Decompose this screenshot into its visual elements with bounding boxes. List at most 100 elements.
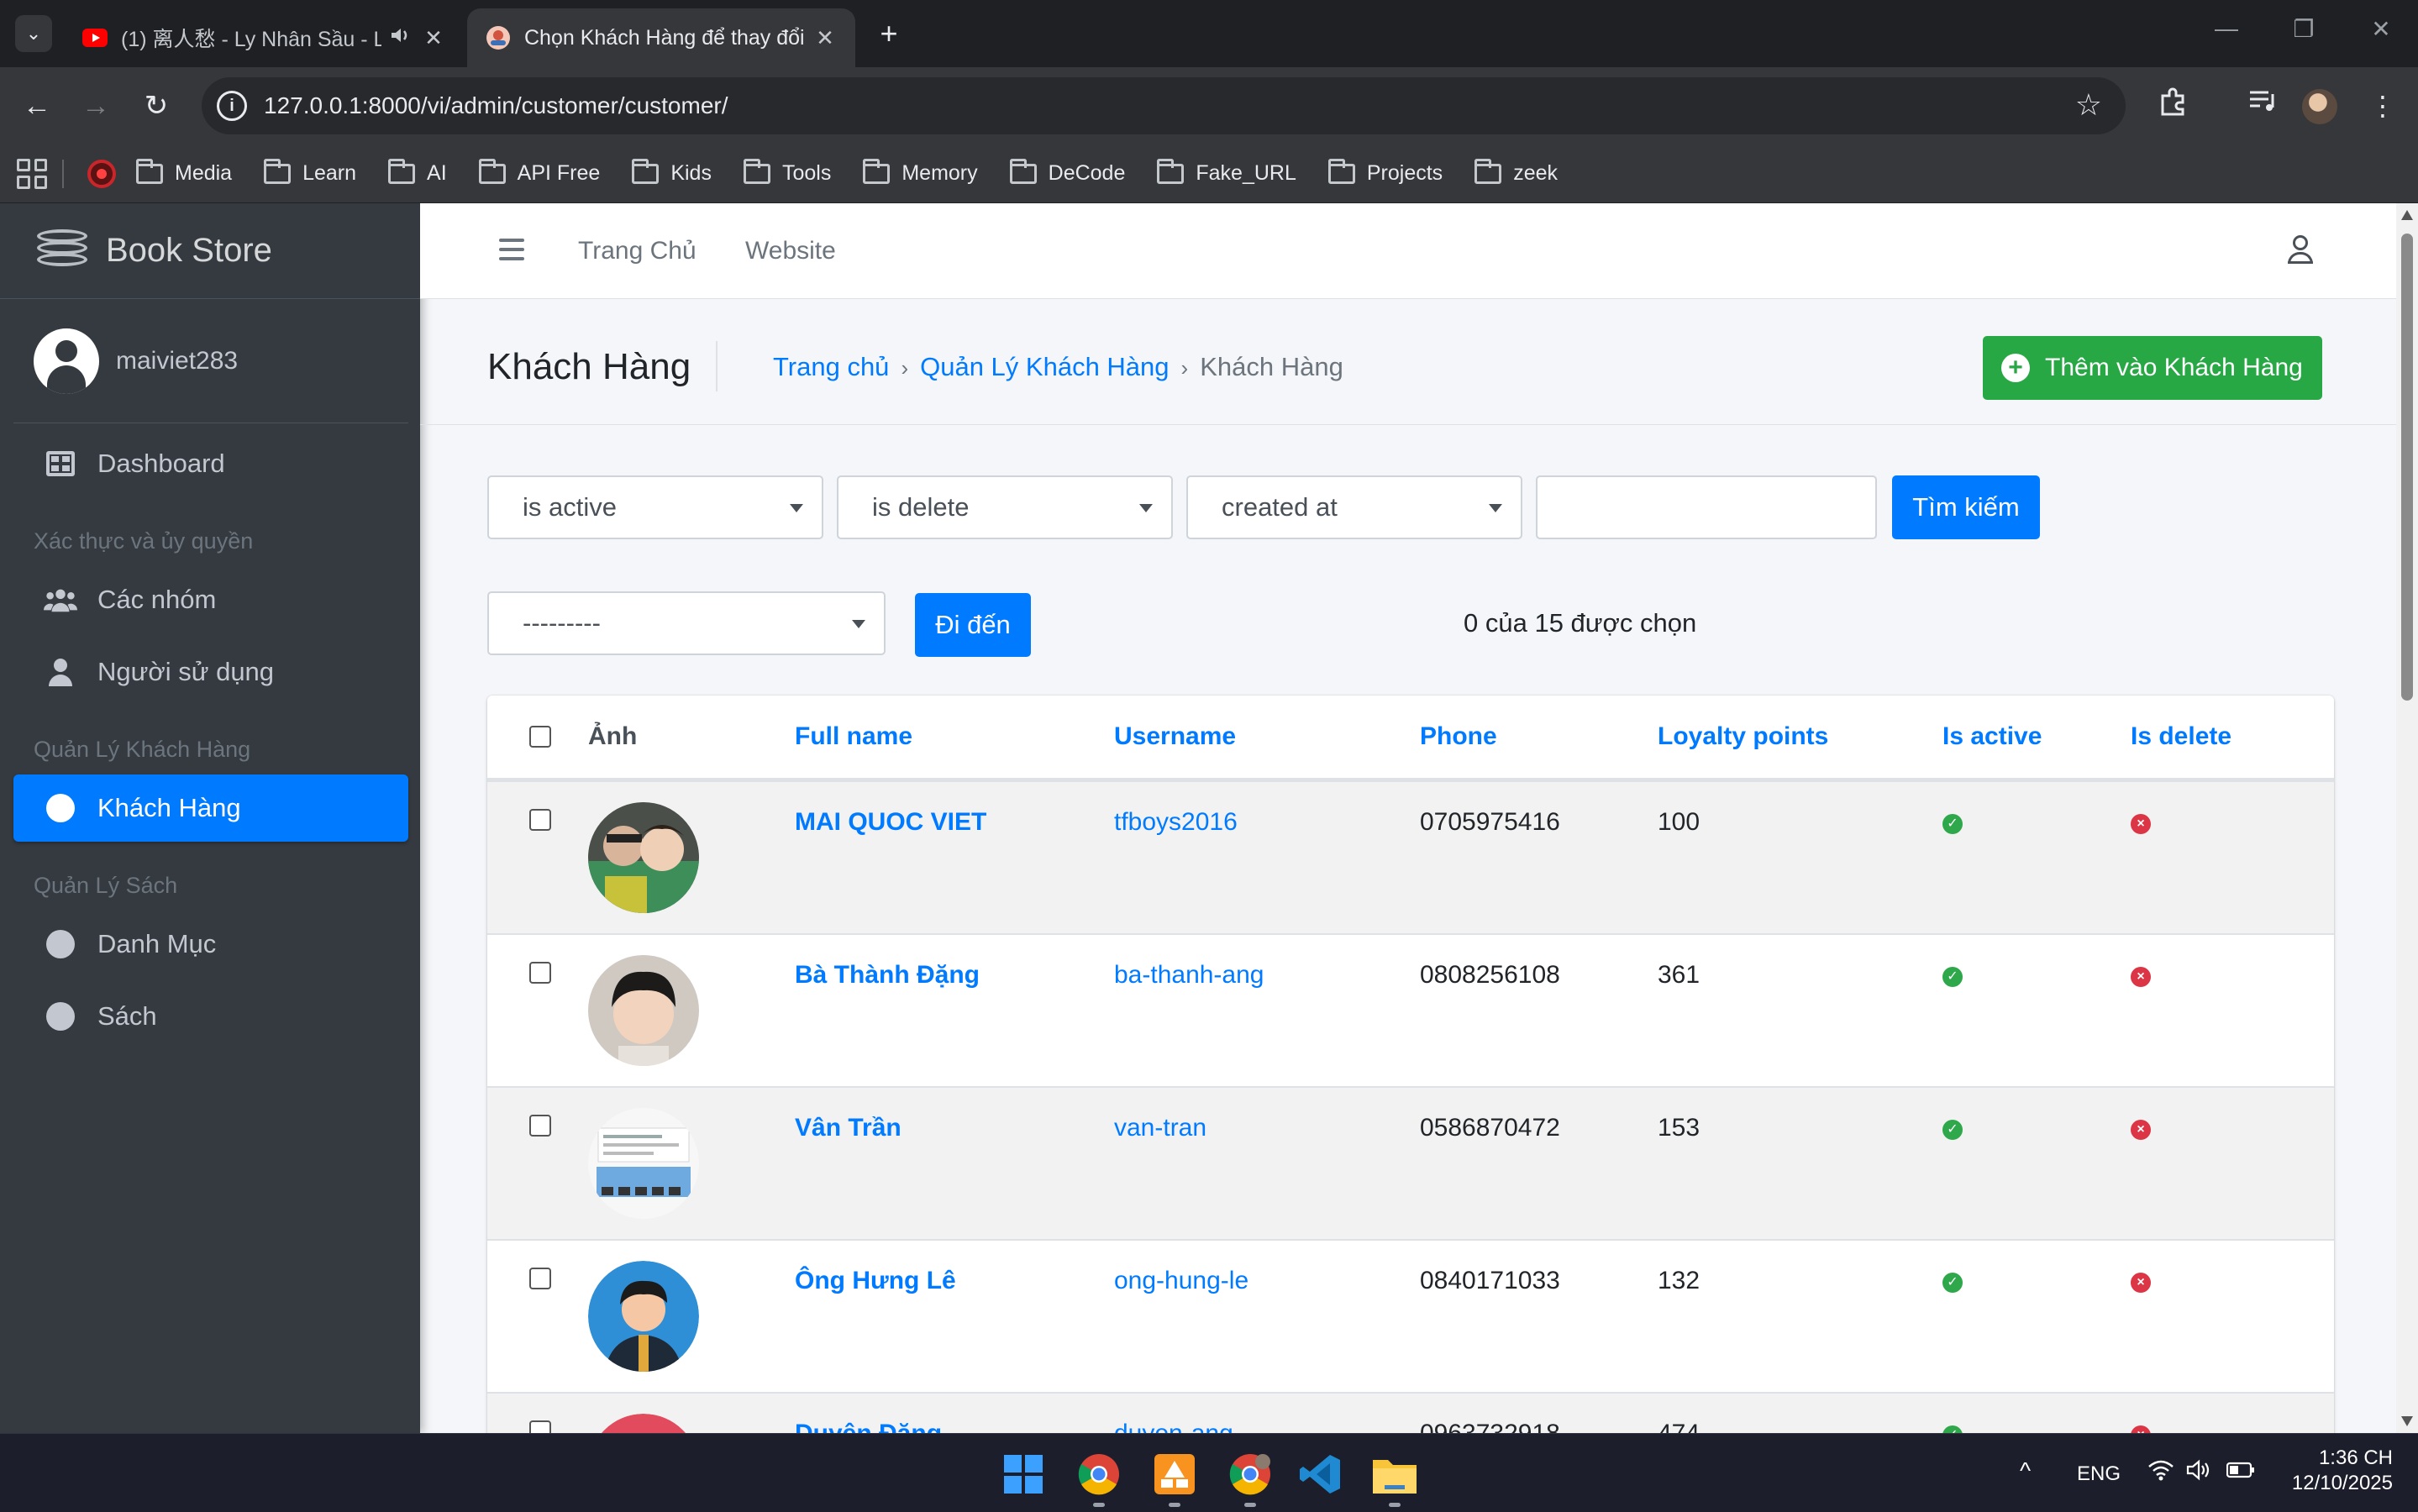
- sidebar-item-books[interactable]: Sách: [13, 983, 408, 1050]
- table-row: Vân Trần van-tran 0586870472 153 ✓ ×: [487, 1086, 2334, 1239]
- customer-photo: [588, 955, 699, 1066]
- sidebar-item-dashboard[interactable]: Dashboard: [13, 430, 408, 497]
- restore-icon[interactable]: ❐: [2287, 15, 2321, 43]
- bookmark-folder[interactable]: Learn: [264, 158, 356, 186]
- bookmark-folder[interactable]: Tools: [743, 158, 831, 186]
- chrome-icon[interactable]: [1075, 1451, 1122, 1498]
- bulk-action-select[interactable]: ---------: [487, 591, 886, 655]
- column-header-phone[interactable]: Phone: [1420, 696, 1497, 778]
- customer-full-name-link[interactable]: Duyên Đặng: [795, 1419, 942, 1433]
- tab-youtube[interactable]: (1) 离人愁 - Ly Nhân Sầu - L ✕: [64, 8, 464, 67]
- sidebar-item-categories[interactable]: Danh Mục: [13, 911, 408, 978]
- hamburger-menu-icon[interactable]: [499, 239, 524, 260]
- scroll-up-arrow-icon[interactable]: [2401, 210, 2413, 220]
- customer-full-name-link[interactable]: Vân Trần: [795, 1113, 901, 1143]
- wifi-icon[interactable]: [2147, 1459, 2174, 1487]
- url-text[interactable]: 127.0.0.1:8000/vi/admin/customer/custome…: [264, 77, 728, 134]
- media-controls-icon[interactable]: [2242, 86, 2282, 126]
- browser-menu-icon[interactable]: ⋮: [2363, 86, 2403, 126]
- tab-admin[interactable]: Chọn Khách Hàng để thay đổi | ✕: [467, 8, 855, 67]
- column-header-full-name[interactable]: Full name: [795, 696, 912, 778]
- apps-grid-icon[interactable]: [17, 158, 47, 189]
- user-panel[interactable]: maiviet283: [13, 299, 408, 423]
- chrome-profile-icon[interactable]: [1227, 1451, 1274, 1498]
- page-scrollbar[interactable]: [2396, 203, 2418, 1433]
- speaker-icon[interactable]: [390, 26, 412, 50]
- tab-search-button[interactable]: ⌄: [15, 15, 52, 52]
- profile-avatar[interactable]: [2302, 89, 2337, 124]
- bookmark-folder[interactable]: Fake_URL: [1157, 158, 1296, 186]
- bookmark-folder[interactable]: AI: [388, 158, 447, 186]
- bookmark-folder[interactable]: Media: [136, 158, 232, 186]
- battery-icon[interactable]: [2226, 1461, 2255, 1485]
- filter-created-at-select[interactable]: created at: [1186, 475, 1522, 539]
- nav-link-home[interactable]: Trang Chủ: [578, 203, 696, 299]
- search-input[interactable]: [1536, 475, 1877, 539]
- row-checkbox[interactable]: [529, 1420, 551, 1433]
- filter-is-delete-select[interactable]: is delete: [837, 475, 1173, 539]
- extensions-icon[interactable]: [2153, 86, 2193, 126]
- customer-full-name-link[interactable]: MAI QUOC VIET: [795, 807, 986, 837]
- scrollbar-thumb[interactable]: [2401, 234, 2413, 701]
- site-info-icon[interactable]: i: [217, 91, 247, 121]
- customer-photo: [588, 802, 699, 913]
- reload-icon[interactable]: ↻: [138, 87, 175, 124]
- app-icon[interactable]: [1151, 1451, 1198, 1498]
- customer-username-link[interactable]: ba-thanh-ang: [1114, 960, 1264, 990]
- row-checkbox[interactable]: [529, 1268, 551, 1289]
- row-checkbox[interactable]: [529, 809, 551, 831]
- breadcrumb-customer-management[interactable]: Quản Lý Khách Hàng: [920, 352, 1169, 381]
- record-icon[interactable]: [87, 159, 116, 188]
- column-header-is-delete[interactable]: Is delete: [2131, 696, 2231, 778]
- select-all-checkbox[interactable]: [529, 726, 551, 748]
- customer-username-link[interactable]: duyen-ang: [1114, 1419, 1233, 1433]
- vscode-icon[interactable]: [1297, 1451, 1344, 1498]
- brand-link[interactable]: Book Store: [0, 203, 420, 299]
- bookmark-folder[interactable]: Memory: [863, 158, 978, 186]
- main-content: Trang Chủ Website Khách Hàng Trang chủ › Q…: [420, 203, 2396, 1433]
- close-window-icon[interactable]: ✕: [2364, 15, 2398, 43]
- customer-full-name-link[interactable]: Bà Thành Đặng: [795, 960, 980, 990]
- add-customer-button[interactable]: + Thêm vào Khách Hàng: [1983, 336, 2322, 400]
- close-tab-icon[interactable]: ✕: [422, 25, 445, 51]
- clock[interactable]: 1:36 CH 12/10/2025: [2284, 1446, 2393, 1496]
- bookmark-folder[interactable]: zeek: [1474, 158, 1558, 186]
- windows-start-icon[interactable]: [1000, 1451, 1047, 1498]
- account-icon[interactable]: [2287, 235, 2314, 265]
- minimize-icon[interactable]: —: [2210, 15, 2243, 42]
- sidebar-item-users[interactable]: Người sử dụng: [13, 638, 408, 706]
- go-button[interactable]: Đi đến: [915, 593, 1031, 657]
- forward-arrow-icon[interactable]: →: [77, 87, 114, 124]
- show-hidden-icons-chevron-icon[interactable]: ^: [2020, 1457, 2031, 1484]
- search-button[interactable]: Tìm kiếm: [1892, 475, 2040, 539]
- sidebar-item-groups[interactable]: Các nhóm: [13, 566, 408, 633]
- sidebar-item-customers[interactable]: Khách Hàng: [13, 774, 408, 842]
- customer-full-name-link[interactable]: Ông Hưng Lê: [795, 1266, 956, 1296]
- nav-link-website[interactable]: Website: [745, 203, 836, 299]
- breadcrumb-home[interactable]: Trang chủ: [773, 352, 889, 381]
- customer-username-link[interactable]: van-tran: [1114, 1113, 1206, 1143]
- customer-username-link[interactable]: tfboys2016: [1114, 807, 1238, 837]
- volume-icon[interactable]: [2186, 1459, 2211, 1487]
- customer-username-link[interactable]: ong-hung-le: [1114, 1266, 1248, 1296]
- column-header-is-active[interactable]: Is active: [1942, 696, 2042, 778]
- address-bar[interactable]: i 127.0.0.1:8000/vi/admin/customer/custo…: [202, 77, 2126, 134]
- bookmark-folder[interactable]: Projects: [1327, 158, 1443, 186]
- column-header-loyalty-points[interactable]: Loyalty points: [1658, 696, 1828, 778]
- new-tab-button[interactable]: +: [872, 17, 906, 50]
- scroll-down-arrow-icon[interactable]: [2401, 1416, 2413, 1426]
- users-icon: [44, 587, 77, 612]
- bookmark-star-icon[interactable]: ☆: [2075, 87, 2102, 123]
- bookmark-folder[interactable]: DeCode: [1009, 158, 1125, 186]
- bookmark-folder[interactable]: Kids: [632, 158, 712, 186]
- file-explorer-icon[interactable]: [1371, 1451, 1418, 1498]
- close-tab-icon[interactable]: ✕: [813, 25, 837, 51]
- bookmark-folder[interactable]: API Free: [478, 158, 600, 186]
- filter-is-active-select[interactable]: is active: [487, 475, 823, 539]
- row-checkbox[interactable]: [529, 962, 551, 984]
- input-language[interactable]: ENG: [2077, 1462, 2121, 1486]
- plus-circle-icon: +: [2001, 354, 2030, 382]
- back-arrow-icon[interactable]: ←: [18, 87, 55, 124]
- column-header-username[interactable]: Username: [1114, 696, 1236, 778]
- row-checkbox[interactable]: [529, 1115, 551, 1137]
